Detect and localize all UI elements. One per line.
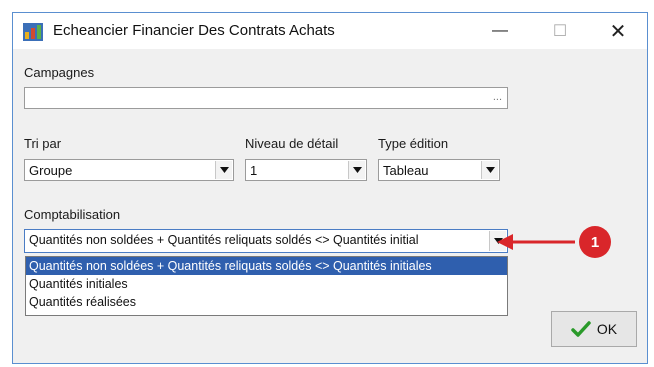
callout-number: 1 [590,233,600,251]
ok-label: OK [596,321,618,337]
maximize-button[interactable]: ☐ [537,13,583,49]
niveau-select[interactable]: 1 [245,159,367,181]
dropdown-option[interactable]: Quantités initiales [26,275,507,293]
campagnes-label: Campagnes [24,65,95,80]
title-bar: Echeancier Financier Des Contrats Achats… [13,13,647,49]
maximize-icon: ☐ [552,23,568,40]
campagnes-input[interactable]: ... [24,87,508,109]
app-icon [23,23,43,41]
comptabilisation-label: Comptabilisation [24,207,121,222]
browse-button[interactable]: ... [493,91,502,103]
ok-button[interactable]: OK [551,311,637,347]
tri-par-select[interactable]: Groupe [24,159,234,181]
chevron-down-icon [352,167,362,173]
callout-arrow [497,226,611,258]
window-title: Echeancier Financier Des Contrats Achats [53,22,335,39]
close-button[interactable]: ✕ [595,13,641,49]
tri-par-value: Groupe [29,163,73,178]
type-edition-dropdown-button[interactable] [481,161,498,179]
dropdown-option[interactable]: Quantités non soldées + Quantités reliqu… [26,257,507,275]
tri-par-dropdown-button[interactable] [215,161,232,179]
dropdown-option[interactable]: Quantités réalisées [26,293,507,311]
type-edition-label: Type édition [378,136,449,151]
type-edition-value: Tableau [383,163,429,178]
niveau-value: 1 [250,163,258,178]
minimize-button[interactable]: — [477,13,523,49]
dialog-window: Echeancier Financier Des Contrats Achats… [12,12,648,364]
comptabilisation-dropdown-list: Quantités non soldées + Quantités reliqu… [25,256,508,316]
type-edition-select[interactable]: Tableau [378,159,500,181]
close-icon: ✕ [609,20,627,43]
comptabilisation-select[interactable]: Quantités non soldées + Quantités reliqu… [24,229,508,253]
niveau-dropdown-button[interactable] [348,161,365,179]
tri-par-label: Tri par [24,136,62,151]
niveau-label: Niveau de détail [245,136,339,151]
chevron-down-icon [485,167,495,173]
minimize-icon: — [492,22,508,39]
checkmark-icon [571,321,591,337]
comptabilisation-value: Quantités non soldées + Quantités reliqu… [29,233,419,247]
chevron-down-icon [219,167,229,173]
